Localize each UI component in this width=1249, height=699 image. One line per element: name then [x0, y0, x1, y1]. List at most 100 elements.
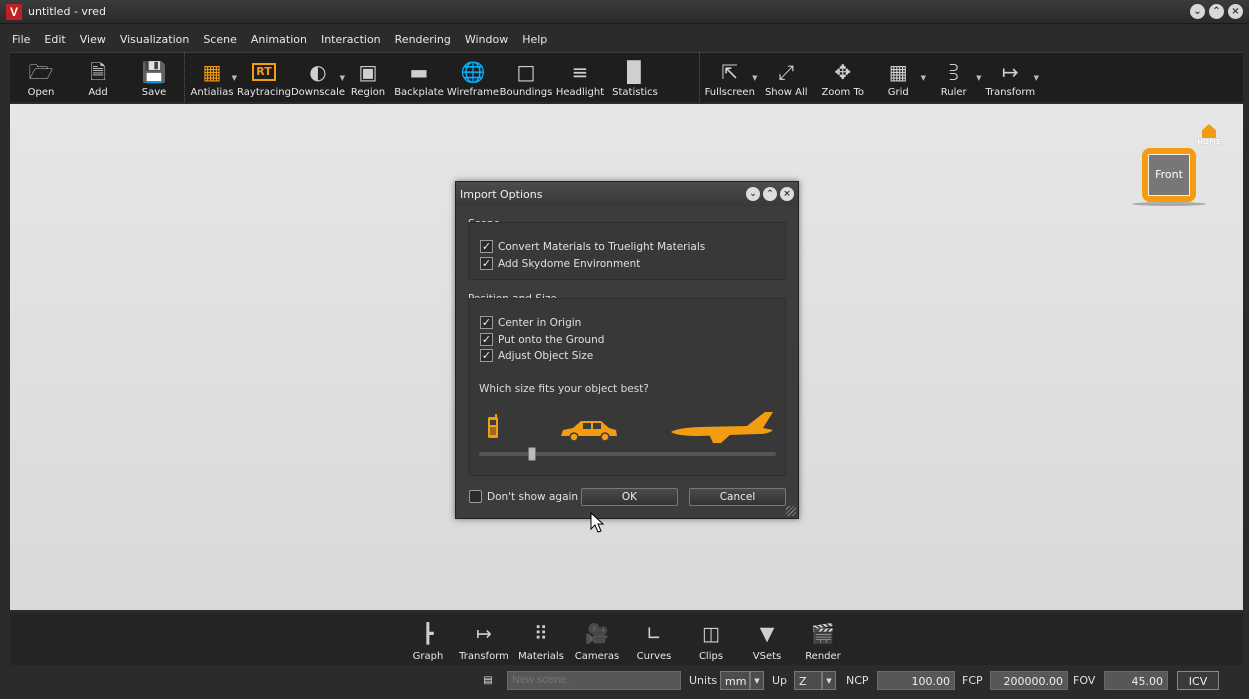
statistics-button[interactable]: ▉ Statistics	[607, 52, 663, 102]
menu-file[interactable]: File	[12, 33, 30, 46]
menu-scene[interactable]: Scene	[203, 33, 237, 46]
vsets-icon: ▼	[759, 623, 775, 645]
downscale-icon: ◐	[309, 60, 327, 84]
graph-module-button[interactable]: ┣ Graph	[410, 613, 446, 665]
units-select[interactable]: mm	[720, 671, 750, 690]
grid-icon: ▦	[888, 60, 908, 84]
dialog-minimize-button[interactable]: ⌄	[746, 187, 760, 201]
curves-module-button[interactable]: ∟ Curves	[630, 613, 678, 665]
transform-icon: ↦	[476, 623, 492, 645]
module-toolbar: ┣ Graph ↦ Transform ⠿ Materials 🎥 Camera…	[10, 613, 1243, 665]
wireframe-button[interactable]: 🌐 Wireframe	[447, 52, 499, 102]
boundings-icon: □	[516, 60, 536, 84]
transform-icon: ↦	[1001, 60, 1019, 84]
render-icon: 🎬	[811, 623, 835, 645]
transform-button[interactable]: ↦ ▼ Transform	[981, 52, 1039, 102]
show-all-button[interactable]: ⤢ Show All	[758, 52, 815, 102]
raytracing-icon: RT	[252, 63, 276, 81]
fov-input[interactable]: 45.00	[1104, 671, 1168, 690]
adjust-object-size-checkbox[interactable]: ✓	[480, 349, 493, 362]
fcp-label: FCP	[962, 674, 983, 687]
window-title: untitled - vred	[28, 5, 106, 18]
object-size-slider[interactable]	[479, 447, 776, 461]
graph-icon: ┣	[422, 623, 434, 645]
add-button[interactable]: 🗎 Add	[70, 52, 126, 102]
dialog-maximize-button[interactable]: ⌃	[763, 187, 777, 201]
vred-app-icon: V	[6, 3, 22, 20]
icv-button[interactable]: ICV	[1177, 671, 1219, 690]
add-skydome-option[interactable]: ✓ Add Skydome Environment	[480, 257, 640, 270]
terminal-icon[interactable]: ▤	[478, 671, 498, 690]
adjust-object-size-option[interactable]: ✓ Adjust Object Size	[480, 349, 593, 362]
scene-name-input[interactable]	[507, 671, 681, 690]
ok-button[interactable]: OK	[581, 488, 678, 506]
cameras-module-button[interactable]: 🎥 Cameras	[573, 613, 621, 665]
home-view-button[interactable]: HOME	[1196, 124, 1222, 146]
navigation-cube[interactable]: Front	[1142, 148, 1196, 202]
maximize-button[interactable]: ⌃	[1209, 4, 1224, 19]
cancel-button[interactable]: Cancel	[689, 488, 786, 506]
main-toolbar: 🗁 Open 🗎 Add 💾 Save ▦ ▼ Antialias RT Ray…	[10, 52, 1243, 102]
backplate-button[interactable]: ▬ Backplate	[391, 52, 447, 102]
menu-bar: File Edit View Visualization Scene Anima…	[0, 28, 1249, 50]
dialog-title-bar[interactable]: Import Options ⌄ ⌃ ×	[456, 182, 798, 206]
clips-module-button[interactable]: ◫ Clips	[691, 613, 731, 665]
airplane-icon	[671, 412, 773, 443]
zoom-to-icon: ✥	[834, 60, 852, 84]
antialias-button[interactable]: ▦ ▼ Antialias	[187, 52, 237, 102]
dont-show-again-checkbox[interactable]	[469, 490, 482, 503]
up-axis-select[interactable]: Z	[794, 671, 822, 690]
menu-window[interactable]: Window	[465, 33, 508, 46]
menu-view[interactable]: View	[80, 33, 106, 46]
grid-button[interactable]: ▦ ▼ Grid	[870, 52, 926, 102]
menu-edit[interactable]: Edit	[44, 33, 65, 46]
menu-animation[interactable]: Animation	[251, 33, 307, 46]
boundings-button[interactable]: □ Boundings	[499, 52, 553, 102]
center-in-origin-option[interactable]: ✓ Center in Origin	[480, 316, 581, 329]
put-onto-ground-option[interactable]: ✓ Put onto the Ground	[480, 333, 604, 346]
ncp-input[interactable]: 100.00	[877, 671, 955, 690]
fullscreen-button[interactable]: ⇱ ▼ Fullscreen	[702, 52, 758, 102]
dont-show-again-option[interactable]: Don't show again	[469, 490, 578, 503]
menu-rendering[interactable]: Rendering	[395, 33, 451, 46]
show-all-icon: ⤢	[778, 60, 795, 84]
close-button[interactable]: ×	[1228, 4, 1243, 19]
materials-module-button[interactable]: ⠿ Materials	[515, 613, 567, 665]
convert-materials-option[interactable]: ✓ Convert Materials to Truelight Materia…	[480, 240, 705, 253]
zoom-to-button[interactable]: ✥ Zoom To	[815, 52, 871, 102]
region-button[interactable]: ▣ Region	[345, 52, 391, 102]
minimize-button[interactable]: ⌄	[1190, 4, 1205, 19]
fullscreen-icon: ⇱	[721, 60, 739, 84]
region-icon: ▣	[358, 60, 378, 84]
size-question: Which size fits your object best?	[479, 383, 649, 395]
ruler-button[interactable]: ⫖ ▼ Ruler	[926, 52, 982, 102]
navcube-front-face[interactable]: Front	[1148, 154, 1190, 196]
slider-handle[interactable]	[528, 447, 537, 461]
headlight-button[interactable]: ≡ Headlight	[553, 52, 607, 102]
dialog-close-button[interactable]: ×	[780, 187, 794, 201]
resize-grip[interactable]	[786, 506, 796, 516]
raytracing-button[interactable]: RT Raytracing	[237, 52, 291, 102]
add-skydome-checkbox[interactable]: ✓	[480, 257, 493, 270]
menu-help[interactable]: Help	[522, 33, 547, 46]
dropdown-arrow-icon[interactable]: ▼	[1034, 74, 1039, 82]
title-bar: V untitled - vred ⌄ ⌃ ×	[0, 0, 1249, 24]
vsets-module-button[interactable]: ▼ VSets	[745, 613, 789, 665]
up-axis-dropdown-icon[interactable]: ▼	[822, 671, 836, 690]
open-button[interactable]: 🗁 Open	[12, 52, 70, 102]
fcp-input[interactable]: 200000.00	[990, 671, 1068, 690]
render-module-button[interactable]: 🎬 Render	[800, 613, 846, 665]
center-in-origin-checkbox[interactable]: ✓	[480, 316, 493, 329]
up-axis-label: Up	[772, 674, 788, 687]
transform-module-button[interactable]: ↦ Transform	[458, 613, 510, 665]
downscale-button[interactable]: ◐ ▼ Downscale	[291, 52, 345, 102]
units-dropdown-icon[interactable]: ▼	[750, 671, 764, 690]
convert-materials-checkbox[interactable]: ✓	[480, 240, 493, 253]
import-options-dialog: Import Options ⌄ ⌃ × Scene ✓ Convert Mat…	[455, 181, 799, 519]
save-button[interactable]: 💾 Save	[126, 52, 182, 102]
ruler-icon: ⫖	[949, 60, 959, 84]
mouse-cursor-icon	[590, 512, 605, 533]
menu-visualization[interactable]: Visualization	[120, 33, 189, 46]
put-onto-ground-checkbox[interactable]: ✓	[480, 333, 493, 346]
menu-interaction[interactable]: Interaction	[321, 33, 381, 46]
